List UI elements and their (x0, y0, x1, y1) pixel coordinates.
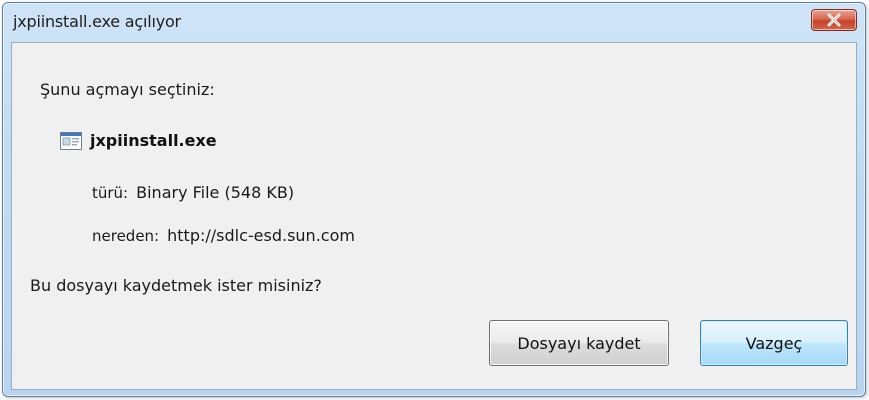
file-row: jxpiinstall.exe (60, 131, 217, 150)
close-button[interactable] (811, 9, 857, 31)
save-question-text: Bu dosyayı kaydetmek ister misiniz? (30, 276, 322, 295)
file-name: jxpiinstall.exe (90, 131, 217, 150)
file-source-value: http://sdlc-esd.sun.com (167, 226, 355, 245)
file-type-row: türü: Binary File (548 KB) (92, 183, 294, 202)
cancel-button[interactable]: Vazgeç (700, 320, 848, 366)
open-prompt-text: Şunu açmayı seçtiniz: (40, 80, 215, 99)
dialog-window: jxpiinstall.exe açılıyor Şunu açmayı seç… (2, 2, 866, 397)
close-icon (827, 13, 841, 27)
file-type-label: türü: (92, 184, 129, 202)
file-source-label: nereden: (92, 227, 160, 245)
window-title: jxpiinstall.exe açılıyor (13, 12, 181, 31)
title-bar[interactable]: jxpiinstall.exe açılıyor (3, 3, 865, 43)
dialog-content: Şunu açmayı seçtiniz: jxpiinstall.exe tü… (11, 42, 857, 390)
file-source-row: nereden: http://sdlc-esd.sun.com (92, 226, 355, 245)
executable-file-icon (60, 131, 82, 150)
save-file-button[interactable]: Dosyayı kaydet (489, 320, 669, 366)
file-type-value: Binary File (548 KB) (136, 183, 295, 202)
